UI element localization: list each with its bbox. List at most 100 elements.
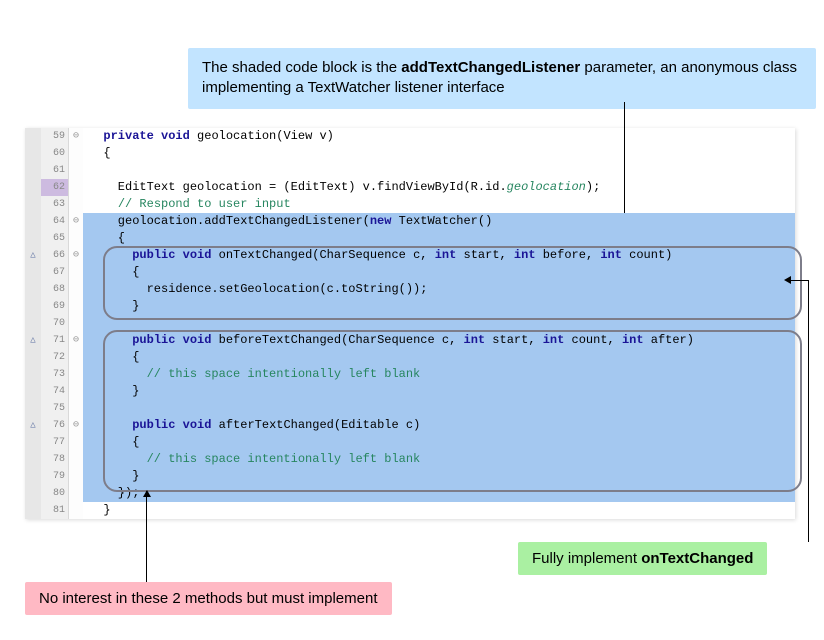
fold-icon (69, 502, 83, 519)
code-line: 78 // this space intentionally left blan… (25, 451, 795, 468)
fold-icon (69, 196, 83, 213)
code-text: public void afterTextChanged(Editable c) (83, 417, 795, 434)
code-line: 70 (25, 315, 795, 332)
line-number: 64 (41, 213, 69, 230)
callout-top-pre: The shaded code block is the (202, 59, 401, 76)
line-number: 76 (41, 417, 69, 434)
line-number: 68 (41, 281, 69, 298)
line-number: 65 (41, 230, 69, 247)
arrow-pink (146, 491, 147, 582)
gutter-marker (25, 179, 41, 196)
fold-icon: ⊖ (69, 247, 83, 264)
code-text: } (83, 298, 795, 315)
line-number: 73 (41, 366, 69, 383)
fold-icon (69, 485, 83, 502)
code-text (83, 400, 795, 417)
fold-icon (69, 230, 83, 247)
line-number: 74 (41, 383, 69, 400)
callout-top-bold: addTextChangedListener (401, 59, 580, 76)
gutter-marker (25, 162, 41, 179)
line-number: 71 (41, 332, 69, 349)
callout-green: Fully implement onTextChanged (518, 542, 767, 575)
gutter-marker (25, 213, 41, 230)
code-line: △76⊖ public void afterTextChanged(Editab… (25, 417, 795, 434)
gutter-marker (25, 502, 41, 519)
code-line: 72 { (25, 349, 795, 366)
fold-icon: ⊖ (69, 417, 83, 434)
line-number: 59 (41, 128, 69, 145)
code-text: { (83, 349, 795, 366)
callout-green-bold: onTextChanged (641, 550, 753, 567)
fold-icon (69, 162, 83, 179)
fold-icon (69, 179, 83, 196)
fold-icon (69, 434, 83, 451)
callout-top: The shaded code block is the addTextChan… (188, 48, 816, 109)
code-text: public void beforeTextChanged(CharSequen… (83, 332, 795, 349)
line-number: 69 (41, 298, 69, 315)
fold-icon (69, 264, 83, 281)
line-number: 80 (41, 485, 69, 502)
fold-icon (69, 298, 83, 315)
code-text (83, 162, 795, 179)
line-number: 67 (41, 264, 69, 281)
arrow-green-tip-icon (784, 276, 791, 284)
line-number: 72 (41, 349, 69, 366)
gutter-marker (25, 264, 41, 281)
code-text: residence.setGeolocation(c.toString()); (83, 281, 795, 298)
gutter-marker (25, 383, 41, 400)
fold-icon (69, 145, 83, 162)
code-text: } (83, 383, 795, 400)
line-number: 62 (41, 179, 69, 196)
line-number: 61 (41, 162, 69, 179)
code-line: △66⊖ public void onTextChanged(CharSeque… (25, 247, 795, 264)
fold-icon (69, 383, 83, 400)
code-text: public void onTextChanged(CharSequence c… (83, 247, 795, 264)
gutter-marker: △ (25, 332, 41, 349)
code-line: 61 (25, 162, 795, 179)
code-line: 59⊖ private void geolocation(View v) (25, 128, 795, 145)
fold-icon (69, 468, 83, 485)
gutter-marker (25, 298, 41, 315)
gutter-marker (25, 485, 41, 502)
code-line: 67 { (25, 264, 795, 281)
fold-icon (69, 400, 83, 417)
line-number: 78 (41, 451, 69, 468)
code-text (83, 315, 795, 332)
gutter-marker (25, 145, 41, 162)
line-number: 66 (41, 247, 69, 264)
line-number: 63 (41, 196, 69, 213)
fold-icon: ⊖ (69, 332, 83, 349)
code-text: } (83, 468, 795, 485)
code-text: // this space intentionally left blank (83, 366, 795, 383)
code-text: }); (83, 485, 795, 502)
gutter-marker (25, 128, 41, 145)
code-line: 63 // Respond to user input (25, 196, 795, 213)
line-number: 70 (41, 315, 69, 332)
gutter-marker (25, 349, 41, 366)
code-text: private void geolocation(View v) (83, 128, 795, 145)
code-line: 73 // this space intentionally left blan… (25, 366, 795, 383)
gutter-marker (25, 315, 41, 332)
code-text: { (83, 230, 795, 247)
gutter-marker (25, 196, 41, 213)
callout-green-pre: Fully implement (532, 550, 641, 567)
code-line: 68 residence.setGeolocation(c.toString()… (25, 281, 795, 298)
code-line: △71⊖ public void beforeTextChanged(CharS… (25, 332, 795, 349)
line-number: 81 (41, 502, 69, 519)
code-text: // Respond to user input (83, 196, 795, 213)
gutter-marker (25, 434, 41, 451)
fold-icon: ⊖ (69, 128, 83, 145)
code-line: 74 } (25, 383, 795, 400)
code-editor: 59⊖ private void geolocation(View v)60 {… (25, 128, 795, 519)
code-text: { (83, 145, 795, 162)
line-number: 77 (41, 434, 69, 451)
line-number: 60 (41, 145, 69, 162)
code-line: 75 (25, 400, 795, 417)
gutter-marker (25, 281, 41, 298)
code-text: { (83, 264, 795, 281)
code-line: 77 { (25, 434, 795, 451)
code-line: 80 }); (25, 485, 795, 502)
code-line: 60 { (25, 145, 795, 162)
code-line: 64⊖ geolocation.addTextChangedListener(n… (25, 213, 795, 230)
gutter-marker (25, 230, 41, 247)
